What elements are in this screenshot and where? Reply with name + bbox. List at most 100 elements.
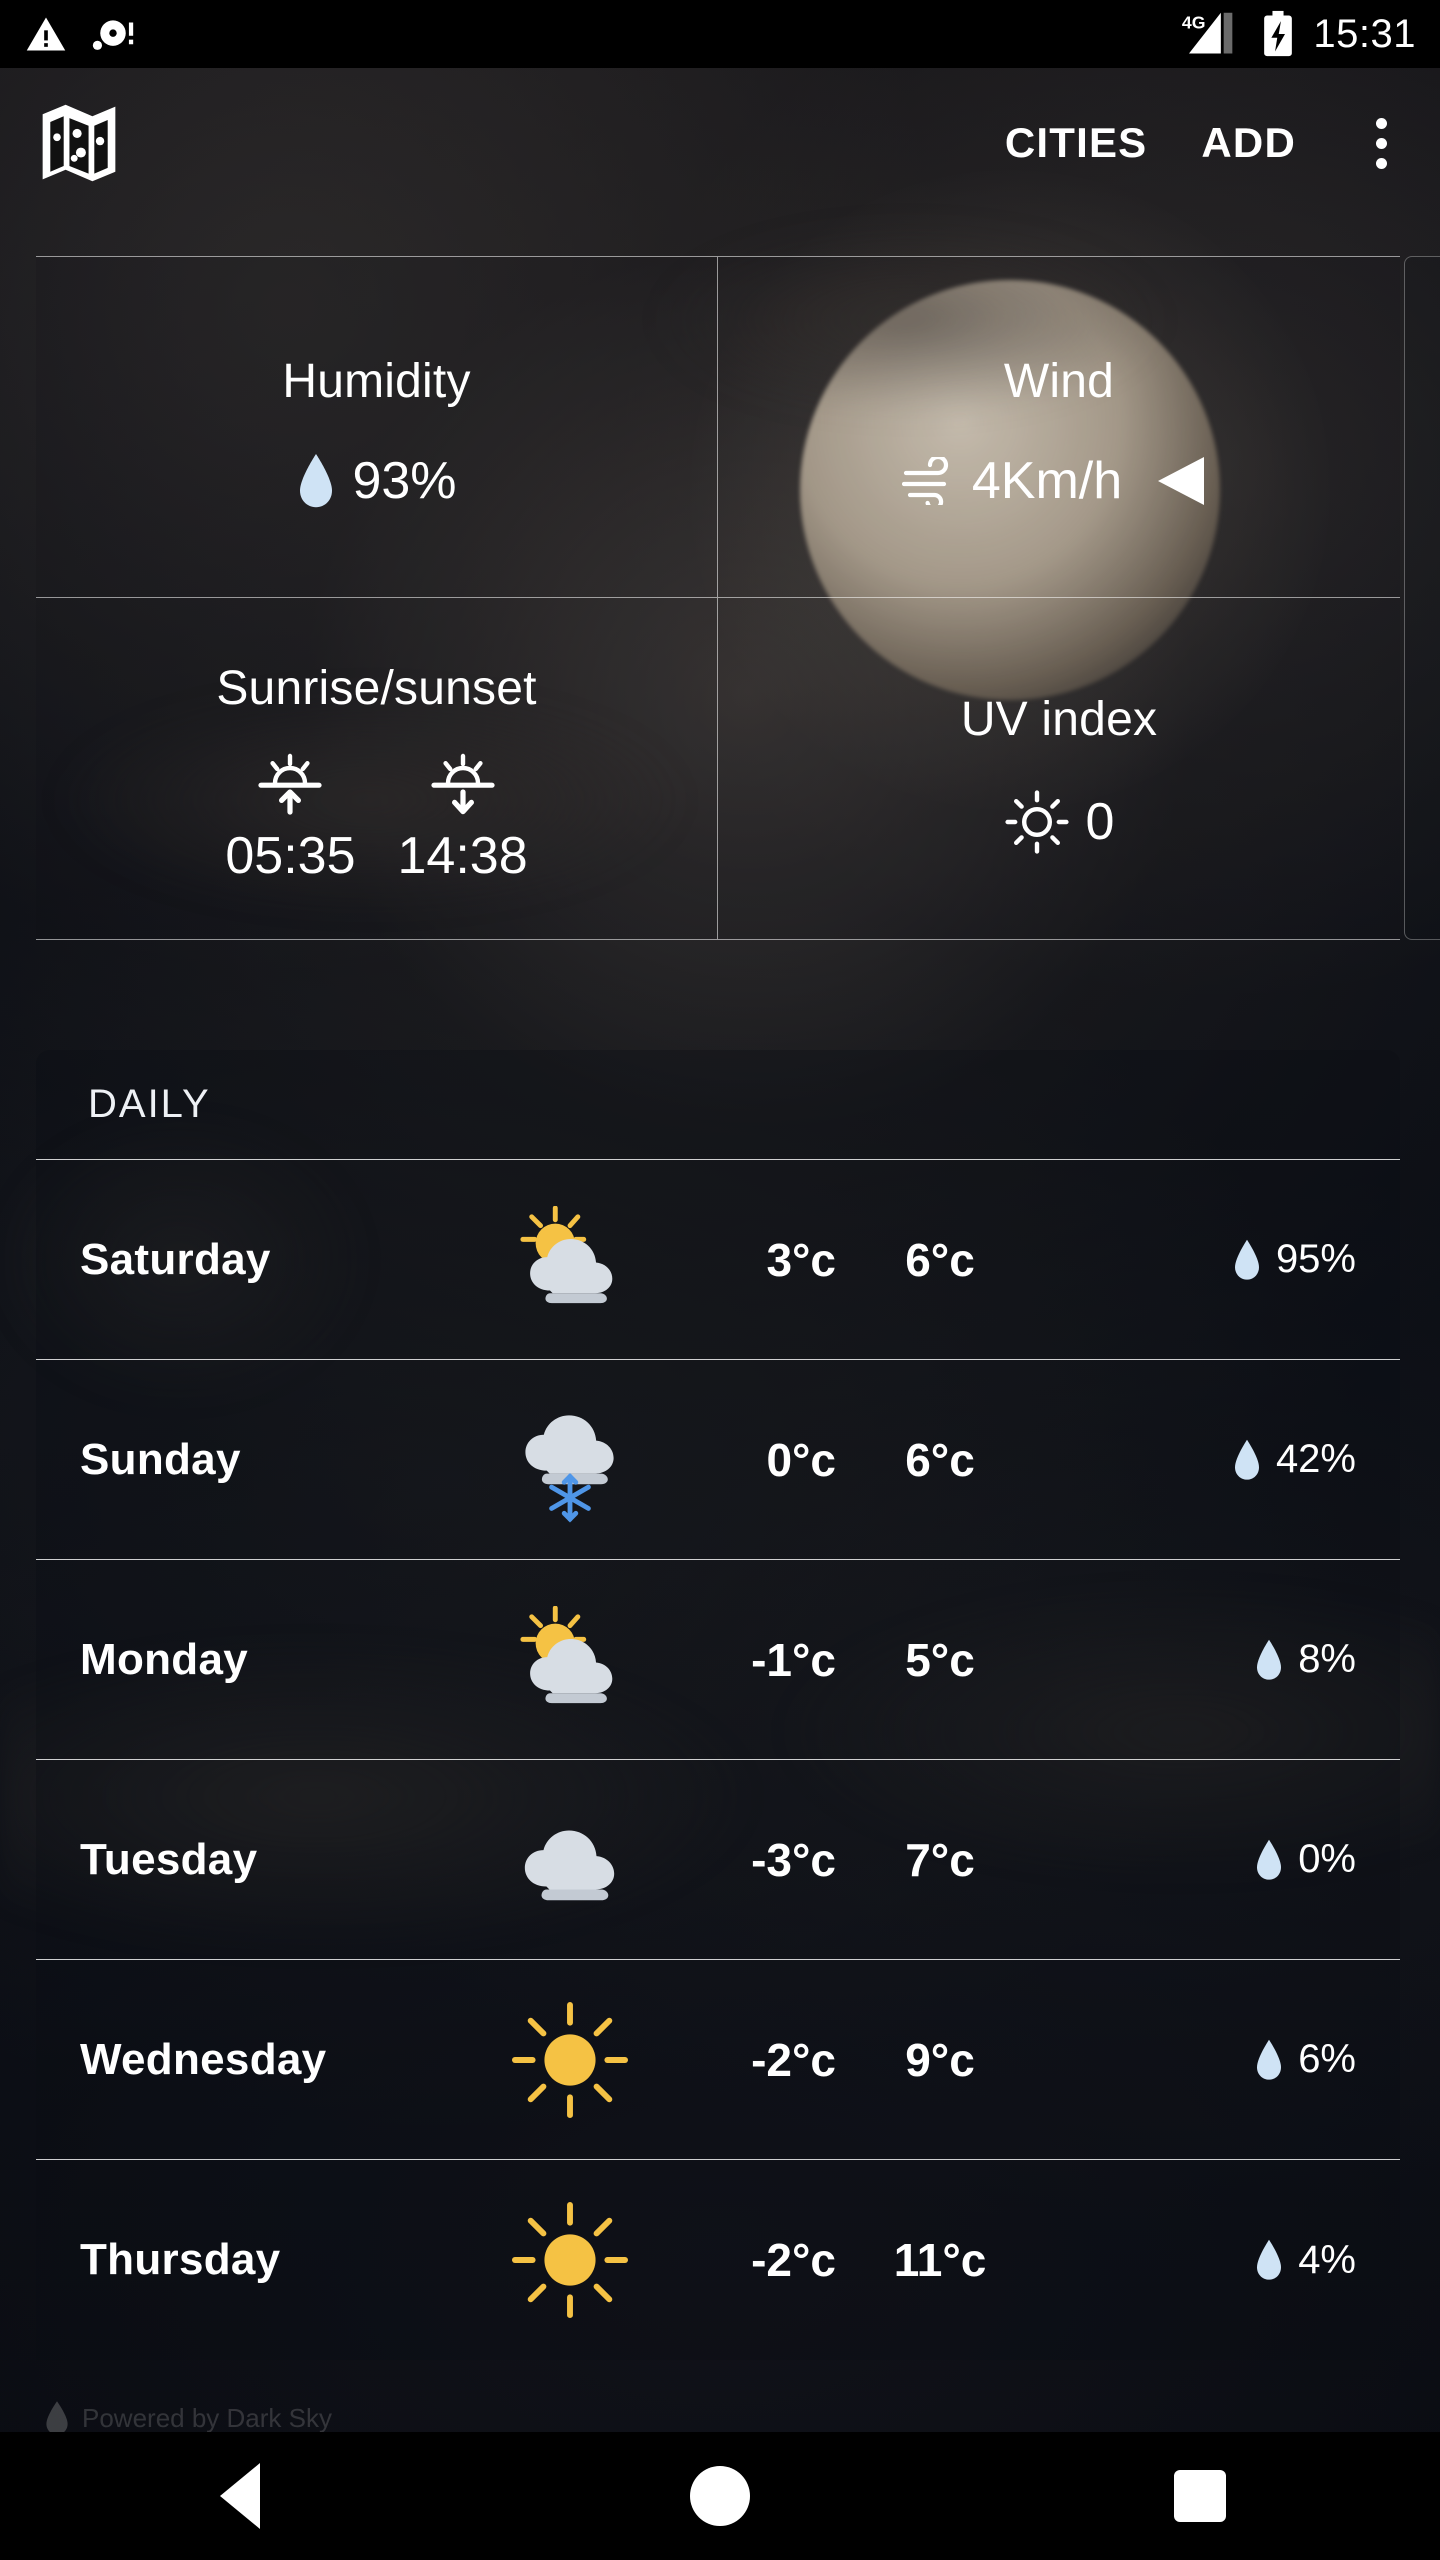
daily-temp-max: 6°c <box>905 1233 975 1286</box>
kebab-dot <box>1375 117 1387 129</box>
daily-precip-value: 42% <box>1275 1437 1356 1481</box>
daily-row[interactable]: Wednesday -2°c 9°c 6% <box>36 1960 1400 2160</box>
sun-times-row: 05:35 14:38 <box>225 746 528 886</box>
wind-value: 4Km/h <box>971 451 1123 510</box>
water-drop-icon <box>1234 1439 1259 1480</box>
humidity-value-row: 93% <box>296 451 457 511</box>
status-bar: 4G 15:31 <box>0 0 1440 68</box>
daily-forecast-card: DAILY Saturday 3°c 6°c 95% Sunday 0°c 6°… <box>36 1050 1400 2360</box>
warning-triangle-icon <box>26 17 66 51</box>
sunrise-group: 05:35 <box>225 746 356 886</box>
add-button[interactable]: ADD <box>1201 119 1296 167</box>
kebab-menu-icon[interactable] <box>1358 117 1404 169</box>
humidity-cell: Humidity 93% <box>36 257 718 598</box>
daily-weather-icon <box>470 2001 670 2119</box>
daily-temp-max: 6°c <box>905 1433 975 1486</box>
data-saver-icon <box>92 20 134 50</box>
daily-weather-icon <box>470 1205 670 1314</box>
cloudy-icon <box>524 1830 615 1900</box>
daily-temp-max: 11°c <box>893 2234 987 2286</box>
sun-small-icon <box>1004 790 1069 854</box>
status-bar-clock: 15:31 <box>1313 11 1416 56</box>
kebab-dot <box>1375 137 1387 149</box>
details-card-next-edge[interactable] <box>1404 256 1440 940</box>
daily-precip: 4% <box>1254 2238 1356 2283</box>
sunset-time: 14:38 <box>397 827 528 885</box>
daily-temp-max: 5°c <box>905 1633 975 1686</box>
daily-precip: 42% <box>1232 1437 1356 1482</box>
daily-row[interactable]: Monday -1°c 5°c 8% <box>36 1560 1400 1760</box>
sunrise-time: 05:35 <box>225 827 356 885</box>
water-drop-icon <box>300 453 333 507</box>
sunset-group: 14:38 <box>398 746 528 886</box>
daily-weather-icon <box>470 1806 670 1914</box>
cities-button[interactable]: CITIES <box>1005 119 1148 167</box>
daily-day-label: Thursday <box>80 2235 281 2284</box>
back-button[interactable] <box>150 2432 330 2560</box>
daily-row[interactable]: Thursday -2°c 11°c 4% <box>36 2160 1400 2360</box>
kebab-dot <box>1375 157 1387 169</box>
daily-temp-min: -2°c <box>751 2033 836 2086</box>
recents-square-icon <box>1174 2470 1226 2522</box>
daily-precip: 6% <box>1254 2037 1356 2082</box>
uv-index-value-row: 0 <box>1004 789 1114 855</box>
daily-precip-value: 4% <box>1298 2237 1356 2282</box>
details-card: Humidity 93% Wind 4Km/h Sunrise/sunset 0… <box>36 256 1400 940</box>
daily-precip-value: 0% <box>1298 1837 1356 1881</box>
water-drop-icon <box>1234 1239 1259 1280</box>
sunrise-icon <box>258 753 323 815</box>
dark-sky-icon <box>46 2401 68 2435</box>
daily-precip: 95% <box>1232 1237 1356 1282</box>
daily-header: DAILY <box>36 1050 1400 1160</box>
water-drop-icon <box>1257 2239 1282 2280</box>
signal-icon: 4G <box>1182 13 1233 54</box>
sunrise-sunset-cell: Sunrise/sunset 05:35 14:38 <box>36 598 718 939</box>
daily-weather-icon <box>470 1397 670 1523</box>
snow-cloud-icon <box>525 1414 614 1523</box>
daily-row[interactable]: Tuesday -3°c 7°c 0% <box>36 1760 1400 1960</box>
daily-precip: 8% <box>1254 1637 1356 1682</box>
water-drop-icon <box>1257 1839 1282 1880</box>
daily-row[interactable]: Saturday 3°c 6°c 95% <box>36 1160 1400 1360</box>
status-bar-right-icons: 4G 15:31 <box>1181 10 1416 58</box>
map-icon[interactable] <box>36 99 122 187</box>
wind-value-row: 4Km/h <box>901 451 1216 511</box>
recents-button[interactable] <box>1110 2432 1290 2560</box>
wind-icon <box>901 456 948 505</box>
app-bar-actions: CITIES ADD <box>1005 117 1404 169</box>
daily-temp-max: 7°c <box>905 1833 975 1886</box>
home-button[interactable] <box>630 2432 810 2560</box>
partly-cloudy-icon <box>520 1605 613 1703</box>
humidity-label: Humidity <box>282 354 471 408</box>
uv-index-label: UV index <box>960 693 1158 746</box>
daily-temp-min: 0°c <box>766 1433 836 1486</box>
daily-day-label: Sunday <box>80 1434 241 1484</box>
wind-direction-arrow-icon <box>1158 456 1205 505</box>
daily-temp-min: -1°c <box>751 1633 836 1686</box>
daily-precip-value: 8% <box>1298 1637 1356 1681</box>
wind-label: Wind <box>1003 354 1115 408</box>
sunset-icon <box>430 753 495 815</box>
daily-temp-min: -2°c <box>751 2234 836 2286</box>
humidity-value: 93% <box>352 451 457 510</box>
weather-app-screen: 4G 15:31 CITIES ADD Humidity 93% Wind 4K… <box>0 0 1440 2560</box>
daily-temp-min: -3°c <box>751 1833 836 1886</box>
daily-temp-min: 3°c <box>766 1233 836 1286</box>
battery-charging-icon <box>1264 10 1293 57</box>
daily-precip-value: 95% <box>1275 1237 1356 1281</box>
sunrise-sunset-label: Sunrise/sunset <box>216 662 537 715</box>
dark-sky-credit-label: Powered by Dark Sky <box>82 2402 332 2433</box>
water-drop-icon <box>1257 1639 1282 1680</box>
app-bar: CITIES ADD <box>0 68 1440 218</box>
dark-sky-credit[interactable]: Powered by Dark Sky <box>44 2400 332 2436</box>
wind-cell: Wind 4Km/h <box>718 257 1400 598</box>
daily-header-label: DAILY <box>88 1082 211 1126</box>
status-bar-left-icons <box>24 12 136 56</box>
sunny-icon <box>511 2001 629 2118</box>
daily-weather-icon <box>470 2201 670 2319</box>
daily-row[interactable]: Sunday 0°c 6°c 42% <box>36 1360 1400 1560</box>
daily-day-label: Saturday <box>80 1234 271 1284</box>
daily-day-label: Tuesday <box>80 1834 258 1884</box>
android-navigation-bar <box>0 2432 1440 2560</box>
partly-cloudy-icon <box>520 1205 613 1303</box>
